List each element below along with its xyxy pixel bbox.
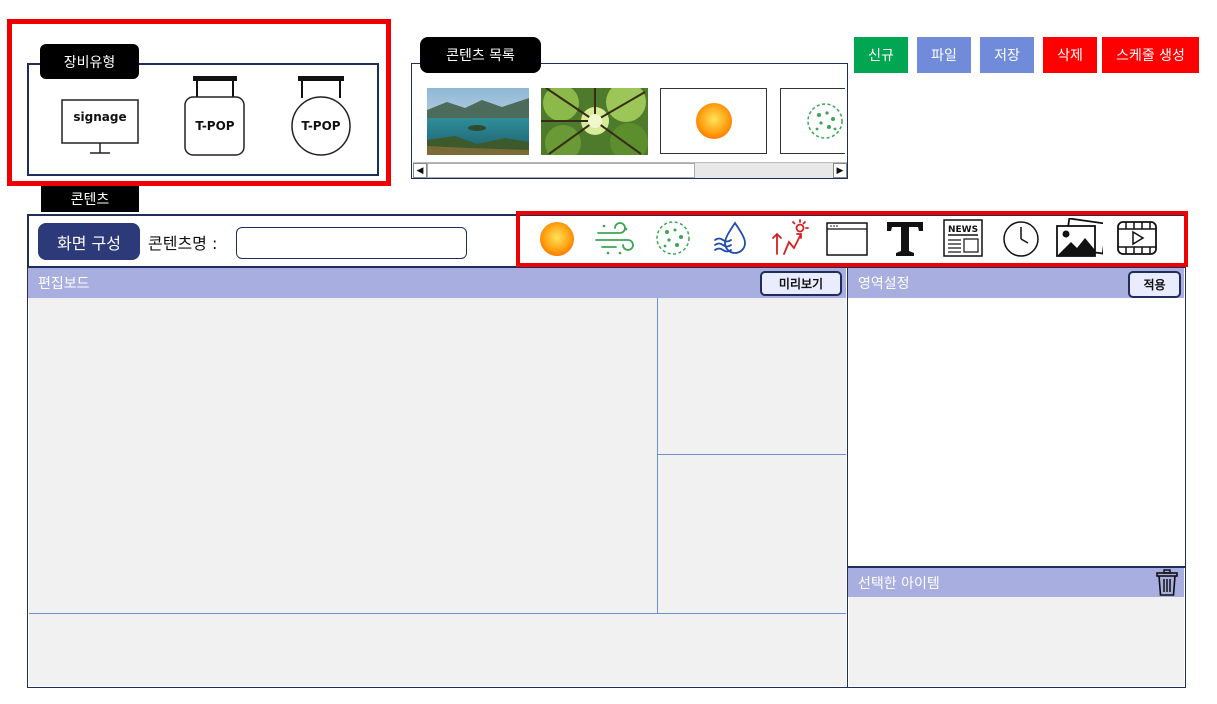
- svg-text:NEWS: NEWS: [948, 225, 978, 235]
- dust-widget[interactable]: [649, 218, 697, 258]
- sun-icon: [540, 222, 574, 256]
- device-label: T-POP: [301, 119, 341, 133]
- area-settings-title: 영역설정: [858, 276, 910, 292]
- edit-board-zone-divider-vertical: [657, 298, 658, 613]
- lake-landscape-image: [427, 88, 529, 155]
- preview-button[interactable]: 미리보기: [760, 271, 842, 296]
- window-icon: [826, 222, 868, 256]
- screen-compose-button[interactable]: 화면 구성: [38, 223, 140, 260]
- uv-index-icon: [772, 219, 809, 255]
- news-widget[interactable]: NEWS: [939, 218, 987, 258]
- new-button[interactable]: 신규: [854, 37, 908, 73]
- clock-icon: [1003, 221, 1039, 257]
- text-widget[interactable]: [881, 218, 929, 258]
- forest-canopy-image: [541, 88, 648, 155]
- text-icon: [887, 222, 923, 256]
- delete-button[interactable]: 삭제: [1043, 37, 1097, 73]
- content-name-label: 콘텐츠명 :: [148, 234, 218, 253]
- create-schedule-button[interactable]: 스케줄 생성: [1102, 37, 1199, 73]
- content-thumb-lake[interactable]: [427, 88, 529, 155]
- device-type-title: 장비유형: [40, 44, 139, 79]
- scroll-thumb[interactable]: [427, 163, 695, 178]
- apply-button[interactable]: 적용: [1128, 271, 1181, 298]
- content-list-scrollbar[interactable]: ◀ ▶: [413, 162, 847, 178]
- area-settings-body[interactable]: [849, 298, 1184, 566]
- selected-items-title: 선택한 아이템: [858, 575, 940, 592]
- content-tab[interactable]: 콘텐츠: [41, 186, 139, 212]
- device-tpop-round[interactable]: T-POP: [288, 76, 354, 158]
- file-button[interactable]: 파일: [917, 37, 971, 73]
- humidity-icon: [714, 221, 746, 254]
- uv-index-widget[interactable]: [765, 218, 813, 258]
- sun-icon: [696, 103, 732, 139]
- device-tpop-rect[interactable]: T-POP: [183, 76, 247, 158]
- content-thumb-sun[interactable]: [660, 88, 767, 154]
- device-label: signage: [73, 110, 127, 124]
- image-widget[interactable]: [1055, 218, 1103, 258]
- widget-toolbar: NEWS: [533, 218, 1178, 262]
- window-widget[interactable]: [823, 218, 871, 258]
- image-icon: [1056, 218, 1103, 257]
- humidity-widget[interactable]: [707, 218, 755, 258]
- trash-icon: [1156, 569, 1178, 596]
- trash-button[interactable]: [1155, 569, 1179, 597]
- news-icon: NEWS: [943, 219, 983, 257]
- content-thumb-dust[interactable]: [780, 88, 845, 154]
- video-icon: [1117, 221, 1157, 255]
- scroll-left-arrow[interactable]: ◀: [413, 163, 427, 178]
- edit-board-zone-divider-bottom: [29, 613, 846, 614]
- scroll-right-arrow[interactable]: ▶: [833, 163, 847, 178]
- dust-icon: [656, 221, 690, 255]
- content-name-input[interactable]: [236, 227, 467, 259]
- selected-items-header: 선택한 아이템: [848, 568, 1184, 597]
- selected-items-list[interactable]: [849, 597, 1184, 686]
- save-button[interactable]: 저장: [980, 37, 1034, 73]
- dust-icon: [807, 103, 843, 139]
- video-widget[interactable]: [1113, 218, 1161, 258]
- sun-widget[interactable]: [533, 218, 581, 258]
- clock-widget[interactable]: [997, 218, 1045, 258]
- content-thumb-forest[interactable]: [541, 88, 648, 155]
- device-signage[interactable]: signage: [60, 95, 140, 157]
- edit-board-title: 편집보드: [38, 276, 90, 292]
- wind-icon: [595, 222, 634, 255]
- content-list-title: 콘텐츠 목록: [420, 37, 541, 73]
- edit-board-header: 편집보드: [28, 268, 846, 298]
- edit-board-zone-divider-right: [657, 454, 846, 455]
- device-label: T-POP: [195, 119, 235, 133]
- edit-board-canvas[interactable]: [29, 298, 846, 686]
- wind-widget[interactable]: [591, 218, 639, 258]
